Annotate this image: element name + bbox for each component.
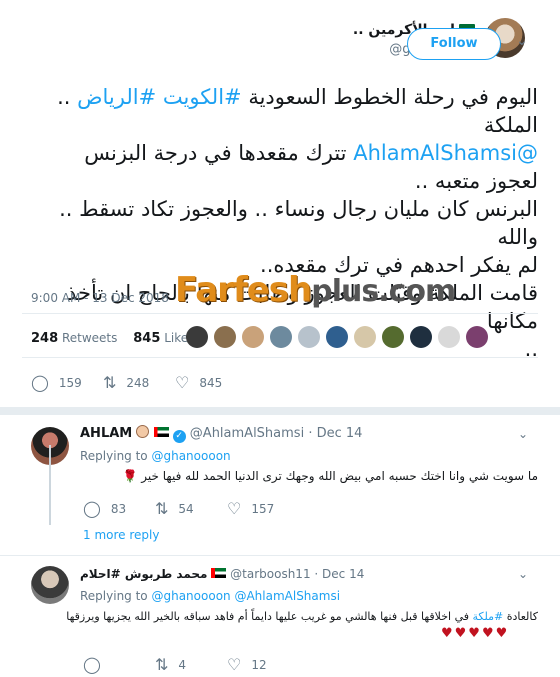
reply-actions: ◯ ⇅ 4 ♡ 12	[83, 655, 299, 674]
uae-flag-icon	[153, 427, 169, 437]
tweet-timestamp[interactable]: 9:00 AM - 13 Dec 2018	[31, 291, 169, 305]
reply-text: ما سويت شي وانا اختك حسبه امي بيض الله و…	[122, 469, 538, 483]
reply-icon: ◯	[83, 499, 101, 518]
more-replies-link[interactable]: 1 more reply	[83, 528, 159, 542]
like-button[interactable]: ♡ 157	[227, 499, 299, 518]
reply-count: 159	[58, 375, 82, 390]
tweet-text-line: اليوم في رحلة الخطوط السعودية #الكويت #ا…	[57, 85, 538, 137]
liker-avatar[interactable]	[410, 326, 432, 348]
tweet-actions: ◯ 159 ⇅ 248 ♡ 845	[31, 373, 247, 392]
liker-avatar[interactable]	[242, 326, 264, 348]
liker-avatar[interactable]	[382, 326, 404, 348]
reply-text: كالعادة #ملكة في اخلاقها قبل فنها هالشي …	[66, 610, 538, 623]
tweet-text-line: @AhlamAlShamsi تترك مقعدها في درجة البزن…	[84, 141, 538, 165]
tweet-text-line: لعجوز متعبه ..	[414, 169, 538, 193]
heart-icon: ♡	[227, 655, 242, 674]
chevron-down-icon[interactable]: ⌄	[516, 33, 528, 49]
like-button[interactable]: ♡ 845	[175, 373, 247, 392]
chevron-down-icon[interactable]: ⌄	[518, 567, 528, 581]
reply-button[interactable]: ◯ 83	[83, 499, 155, 518]
section-separator	[0, 407, 560, 415]
like-button[interactable]: ♡ 12	[227, 655, 299, 674]
reply-icon: ◯	[83, 655, 101, 674]
reply-button[interactable]: ◯	[83, 655, 155, 674]
reply-tweet[interactable]: AHLAM ✓ @AhlamAlShamsi · Dec 14 ⌄ Replyi…	[0, 415, 560, 555]
heart-icon: ♡	[227, 499, 242, 518]
replying-to: Replying to @ghanoooon @AhlamAlShamsi	[80, 589, 341, 603]
reply-icon: ◯	[31, 373, 49, 392]
tweet-text-line: البرنس كان مليان رجال ونساء .. والعجوز ت…	[59, 197, 538, 249]
retweet-button[interactable]: ⇅ 248	[103, 373, 175, 392]
like-count: 845	[199, 375, 223, 390]
retweets-label[interactable]: Retweets	[62, 331, 117, 345]
replying-to: Replying to @ghanoooon	[80, 449, 231, 463]
retweet-button[interactable]: ⇅ 4	[155, 655, 227, 674]
replying-to-mention[interactable]: @ghanoooon	[151, 449, 230, 463]
heart-icon: ♡	[175, 373, 190, 392]
reply-header: محمد طربوش #احلام @tarboosh11 · Dec 14	[80, 567, 364, 581]
reply-author-handle[interactable]: @tarboosh11	[230, 567, 310, 581]
avatar[interactable]	[31, 566, 69, 604]
reply-author-handle[interactable]: @AhlamAlShamsi	[190, 426, 304, 441]
divider	[22, 313, 538, 314]
woman-emoji-icon	[136, 425, 150, 438]
retweet-icon: ⇅	[103, 373, 117, 392]
hashtag-link[interactable]: #ملكة	[473, 610, 504, 623]
hashtag-link[interactable]: #الكويت	[163, 85, 242, 109]
reply-header: AHLAM ✓ @AhlamAlShamsi · Dec 14	[80, 425, 362, 443]
main-tweet: ابن الأكرمين .. @ghanoooon Follow ⌄ اليو…	[0, 0, 560, 407]
liker-avatar[interactable]	[354, 326, 376, 348]
verified-badge-icon: ✓	[172, 430, 186, 443]
hearts-emoji: ♥♥♥♥♥	[441, 626, 510, 641]
likers-avatars	[186, 326, 488, 348]
liker-avatar[interactable]	[298, 326, 320, 348]
tweet-text: اليوم في رحلة الخطوط السعودية #الكويت #ا…	[22, 83, 538, 363]
reply-actions: ◯ 83 ⇅ 54 ♡ 157	[83, 499, 299, 518]
reply-date[interactable]: · Dec 14	[314, 567, 364, 581]
retweet-button[interactable]: ⇅ 54	[155, 499, 227, 518]
liker-avatar[interactable]	[270, 326, 292, 348]
liker-avatar[interactable]	[326, 326, 348, 348]
mention-link[interactable]: @AhlamAlShamsi	[353, 141, 538, 165]
reply-button[interactable]: ◯ 159	[31, 373, 103, 392]
retweet-icon: ⇅	[155, 499, 169, 518]
likes-count[interactable]: 845	[133, 331, 160, 346]
reply-tweet[interactable]: محمد طربوش #احلام @tarboosh11 · Dec 14 ⌄…	[0, 556, 560, 677]
thread-line	[49, 445, 51, 525]
liker-avatar[interactable]	[466, 326, 488, 348]
chevron-down-icon[interactable]: ⌄	[518, 427, 528, 441]
reply-author-name[interactable]: AHLAM	[80, 426, 132, 441]
divider	[22, 357, 538, 358]
hashtag-link[interactable]: #الرياض	[77, 85, 156, 109]
replying-to-mention[interactable]: @ghanoooon @AhlamAlShamsi	[151, 589, 340, 603]
retweet-icon: ⇅	[155, 655, 169, 674]
liker-avatar[interactable]	[214, 326, 236, 348]
liker-avatar[interactable]	[438, 326, 460, 348]
liker-avatar[interactable]	[186, 326, 208, 348]
uae-flag-icon	[211, 568, 227, 578]
reply-date[interactable]: · Dec 14	[308, 426, 362, 441]
retweet-count: 248	[126, 375, 150, 390]
engagement-stats: 248 Retweets 845 Likes	[31, 331, 194, 346]
watermark-logo: Farfeshplus.com	[175, 270, 456, 310]
reply-author-name[interactable]: محمد طربوش #احلام	[80, 567, 208, 581]
rose-icon: 🌹	[122, 469, 138, 483]
retweets-count[interactable]: 248	[31, 331, 58, 346]
follow-button[interactable]: Follow	[407, 28, 501, 60]
